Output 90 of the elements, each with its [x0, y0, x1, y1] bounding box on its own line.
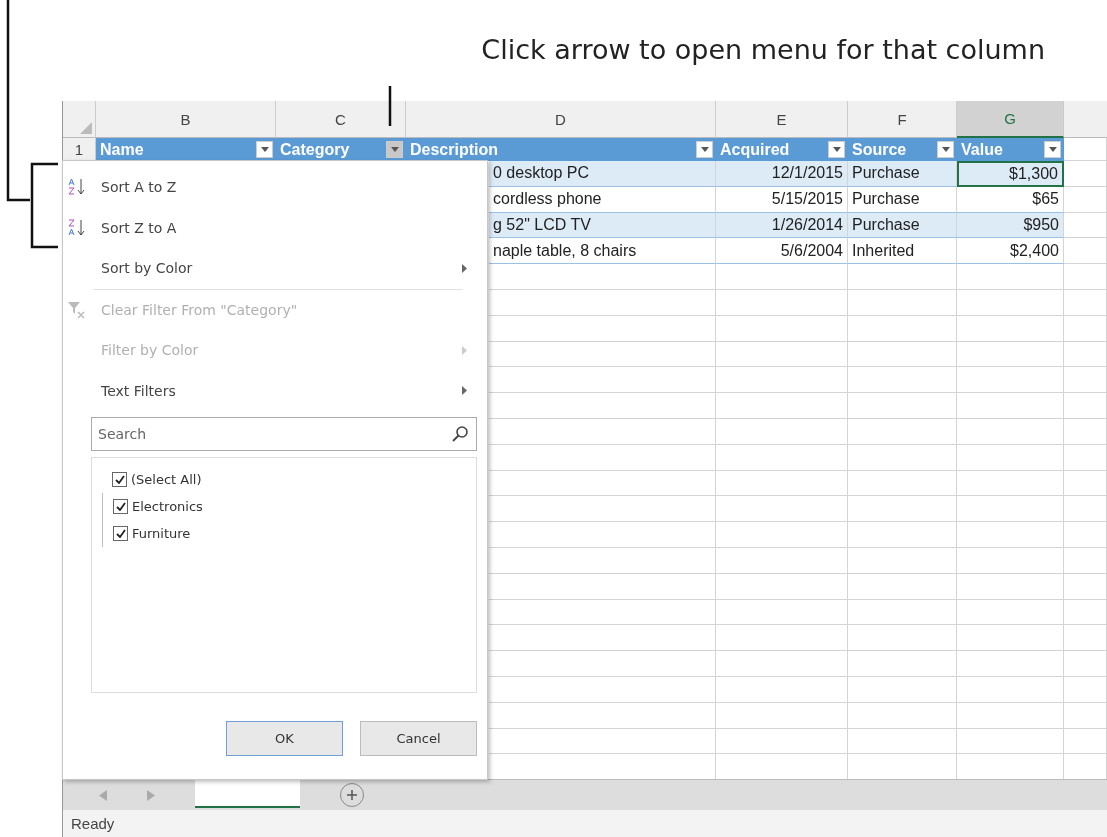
- grid-cell: [1064, 418, 1107, 445]
- table-cell: $2,400: [957, 238, 1064, 265]
- header-label: Acquired: [720, 140, 790, 159]
- grid-cell: [1064, 470, 1107, 497]
- plus-icon: [346, 789, 358, 801]
- row-number[interactable]: 1: [63, 138, 96, 161]
- menu-item[interactable]: Sort Z to A: [63, 207, 487, 248]
- filter-dropdown-button[interactable]: [696, 141, 713, 158]
- leader-line: [388, 86, 392, 126]
- menu-item[interactable]: Text Filters: [63, 370, 487, 411]
- grid-cell: [1064, 393, 1107, 419]
- grid-cell: [1064, 341, 1107, 368]
- submenu-arrow-icon: [462, 263, 467, 273]
- checkbox-label[interactable]: (Select All): [131, 472, 202, 487]
- table-cell: $65: [957, 186, 1064, 213]
- header-label: Name: [100, 140, 144, 159]
- grid-cell: [1064, 212, 1107, 239]
- header-label: Category: [280, 140, 350, 159]
- grid-cell: [1064, 676, 1107, 703]
- caret-icon: [941, 147, 950, 152]
- table-cell: 0 desktop PC: [489, 161, 716, 187]
- grid-cell: [1064, 315, 1107, 342]
- checkbox-label[interactable]: Furniture: [132, 526, 191, 541]
- header-label: Description: [410, 140, 498, 159]
- column-header[interactable]: C: [276, 101, 406, 138]
- column-header[interactable]: D: [406, 101, 716, 138]
- column-header[interactable]: F: [848, 101, 957, 138]
- filter-dropdown-button[interactable]: [937, 141, 954, 158]
- filter-dropdown-button[interactable]: [386, 141, 403, 158]
- table-cell: Purchase: [848, 161, 957, 187]
- table-cell: Inherited: [848, 238, 957, 265]
- filter-dropdown-button[interactable]: [828, 141, 845, 158]
- submenu-arrow-icon: [462, 386, 467, 396]
- menu-item[interactable]: Sort A to Z: [63, 167, 487, 208]
- grid-cell: [1064, 264, 1107, 290]
- grid-cell: [1064, 573, 1107, 600]
- sort-ascending-icon: [67, 177, 87, 198]
- grid-cell: [1064, 290, 1107, 316]
- grid-cell: [1064, 186, 1107, 213]
- dialog-button[interactable]: OK: [226, 721, 343, 756]
- grid-cell: [1064, 728, 1107, 755]
- table-cell: $1,300: [957, 161, 1064, 187]
- caret-icon: [1048, 147, 1057, 152]
- table-cell: 5/15/2015: [716, 186, 848, 213]
- column-header[interactable]: E: [716, 101, 848, 138]
- grid-cell: [1064, 496, 1107, 523]
- search-field[interactable]: Search: [91, 417, 477, 451]
- checkbox[interactable]: [113, 526, 128, 541]
- table-cell: g 52" LCD TV: [489, 212, 716, 239]
- grid-cell: [1064, 702, 1107, 729]
- table-cell: cordless phone: [489, 186, 716, 213]
- table-cell: Purchase: [848, 186, 957, 213]
- caret-icon: [700, 147, 709, 152]
- menu-item[interactable]: Sort by Color: [63, 248, 487, 289]
- grid-cell: [1064, 138, 1107, 161]
- search-icon: [451, 425, 469, 443]
- caret-icon: [260, 147, 269, 152]
- sort-descending-icon: [67, 217, 87, 238]
- filter-dropdown-button[interactable]: [1044, 141, 1061, 158]
- table-cell: 12/1/2015: [716, 161, 848, 187]
- header-label: Value: [961, 140, 1003, 159]
- grid-cell: [1064, 367, 1107, 394]
- sheet-tab[interactable]: [195, 780, 300, 808]
- checkbox[interactable]: [112, 472, 127, 487]
- header-label: Source: [852, 140, 907, 159]
- grid-cell: [1064, 444, 1107, 471]
- table-cell: 1/26/2014: [716, 212, 848, 239]
- caret-icon: [832, 147, 841, 152]
- submenu-arrow-icon: [462, 345, 467, 355]
- table-cell: naple table, 8 chairs: [489, 238, 716, 265]
- grid-cell: [1064, 522, 1107, 548]
- clear-filter-icon: [67, 299, 87, 320]
- grid-cell: [1064, 238, 1107, 265]
- column-header[interactable]: G: [957, 101, 1064, 138]
- status-text: Ready: [71, 815, 115, 832]
- grid-cell: [1064, 651, 1107, 677]
- grid-cell: [1064, 625, 1107, 652]
- dialog-button[interactable]: Cancel: [360, 721, 477, 756]
- grid-cell: [1064, 547, 1107, 574]
- filter-dropdown-button[interactable]: [256, 141, 273, 158]
- checkbox-label[interactable]: Electronics: [132, 499, 203, 514]
- grid-cell: [1064, 599, 1107, 626]
- callout-text: Click arrow to open menu for that column: [481, 34, 1045, 65]
- caret-icon: [390, 147, 399, 152]
- grid-cell: [1064, 161, 1107, 187]
- table-cell: $950: [957, 212, 1064, 239]
- table-cell: Purchase: [848, 212, 957, 239]
- checkbox[interactable]: [113, 499, 128, 514]
- column-header[interactable]: B: [96, 101, 276, 138]
- table-cell: 5/6/2004: [716, 238, 848, 265]
